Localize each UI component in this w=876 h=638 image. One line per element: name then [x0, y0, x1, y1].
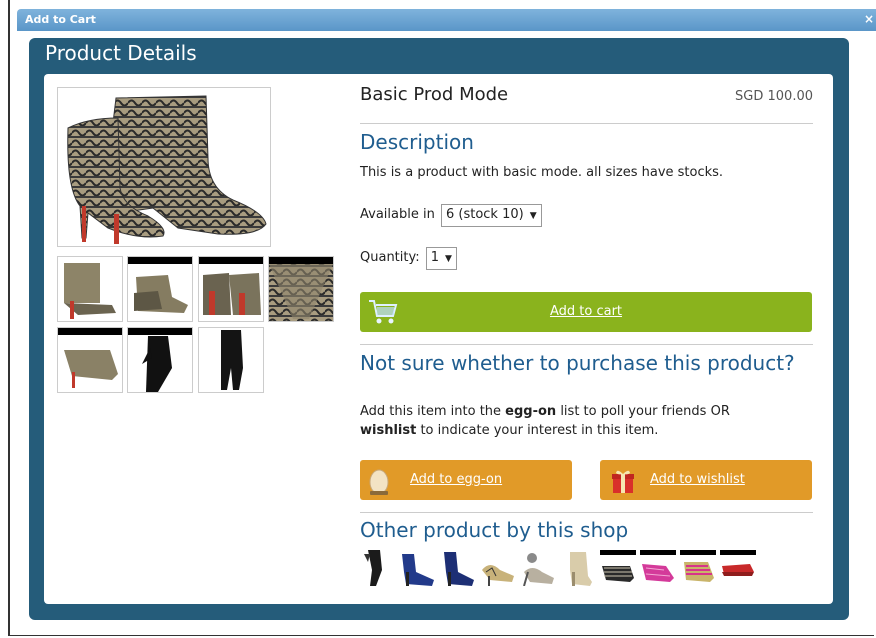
product-thumbnail[interactable]	[198, 256, 264, 322]
divider	[360, 123, 813, 124]
product-thumbnail[interactable]	[268, 256, 334, 322]
add-to-wishlist-button[interactable]: Add to wishlist	[600, 460, 812, 500]
dialog-title: Add to Cart	[25, 13, 96, 26]
product-thumbnail[interactable]	[198, 327, 264, 393]
size-select-value: 6 (stock 10)	[445, 207, 524, 222]
product-thumbnail[interactable]	[127, 327, 193, 393]
unsure-text: Add this item into the egg-on list to po…	[360, 402, 815, 440]
gift-icon	[612, 470, 634, 493]
other-product-thumbnail[interactable]	[400, 550, 436, 586]
other-products-heading: Other product by this shop	[360, 518, 629, 542]
divider	[360, 344, 813, 345]
other-product-thumbnail[interactable]	[360, 550, 396, 586]
chevron-down-icon: ▼	[529, 211, 537, 221]
other-product-thumbnail[interactable]	[600, 550, 636, 586]
other-product-thumbnail[interactable]	[520, 550, 556, 586]
product-thumbnail[interactable]	[127, 256, 193, 322]
add-to-cart-label: Add to cart	[549, 304, 623, 319]
description-heading: Description	[360, 130, 474, 154]
other-product-thumbnail[interactable]	[720, 550, 756, 586]
product-details-panel: Product Details Basic Prod Mode SGD 100.…	[29, 38, 849, 620]
add-to-wishlist-label: Add to wishlist	[650, 472, 745, 487]
main-product-image	[57, 87, 271, 247]
quantity-select-value: 1	[430, 250, 440, 265]
other-product-thumbnail[interactable]	[680, 550, 716, 586]
product-price: SGD 100.00	[735, 89, 813, 104]
wishlist-keyword: wishlist	[360, 423, 417, 438]
product-card: Basic Prod Mode SGD 100.00 Description T…	[44, 74, 833, 604]
other-product-thumbnail[interactable]	[440, 550, 476, 586]
add-to-eggon-label: Add to egg-on	[410, 472, 503, 487]
egg-icon	[369, 469, 389, 495]
other-product-thumbnail[interactable]	[480, 550, 516, 586]
quantity-row: Quantity: 1 ▼	[360, 247, 457, 270]
unsure-heading: Not sure whether to purchase this produc…	[360, 351, 795, 375]
size-select[interactable]: 6 (stock 10) ▼	[440, 204, 542, 227]
unsure-text-part: list to poll your friends OR	[556, 404, 730, 419]
product-name: Basic Prod Mode	[360, 84, 509, 105]
quantity-label: Quantity:	[360, 250, 420, 265]
unsure-text-part: to indicate your interest in this item.	[416, 423, 659, 438]
other-product-thumbnail[interactable]	[640, 550, 676, 586]
divider	[360, 512, 813, 513]
availability-row: Available in 6 (stock 10) ▼	[360, 204, 542, 227]
other-product-thumbnail[interactable]	[560, 550, 596, 586]
availability-label: Available in	[360, 207, 435, 222]
unsure-text-part: Add this item into the	[360, 404, 506, 419]
quantity-select[interactable]: 1 ▼	[425, 247, 457, 270]
panel-title: Product Details	[45, 41, 197, 65]
add-to-eggon-button[interactable]: Add to egg-on	[360, 460, 572, 500]
chevron-down-icon: ▼	[445, 254, 452, 264]
eggon-keyword: egg-on	[505, 404, 557, 419]
add-to-cart-button[interactable]: Add to cart	[360, 292, 812, 332]
dialog-titlebar: Add to Cart ×	[17, 9, 876, 31]
product-thumbnail[interactable]	[57, 256, 123, 322]
product-description: This is a product with basic mode. all s…	[360, 165, 724, 180]
product-thumbnail[interactable]	[57, 327, 123, 393]
close-icon[interactable]: ×	[864, 12, 874, 26]
